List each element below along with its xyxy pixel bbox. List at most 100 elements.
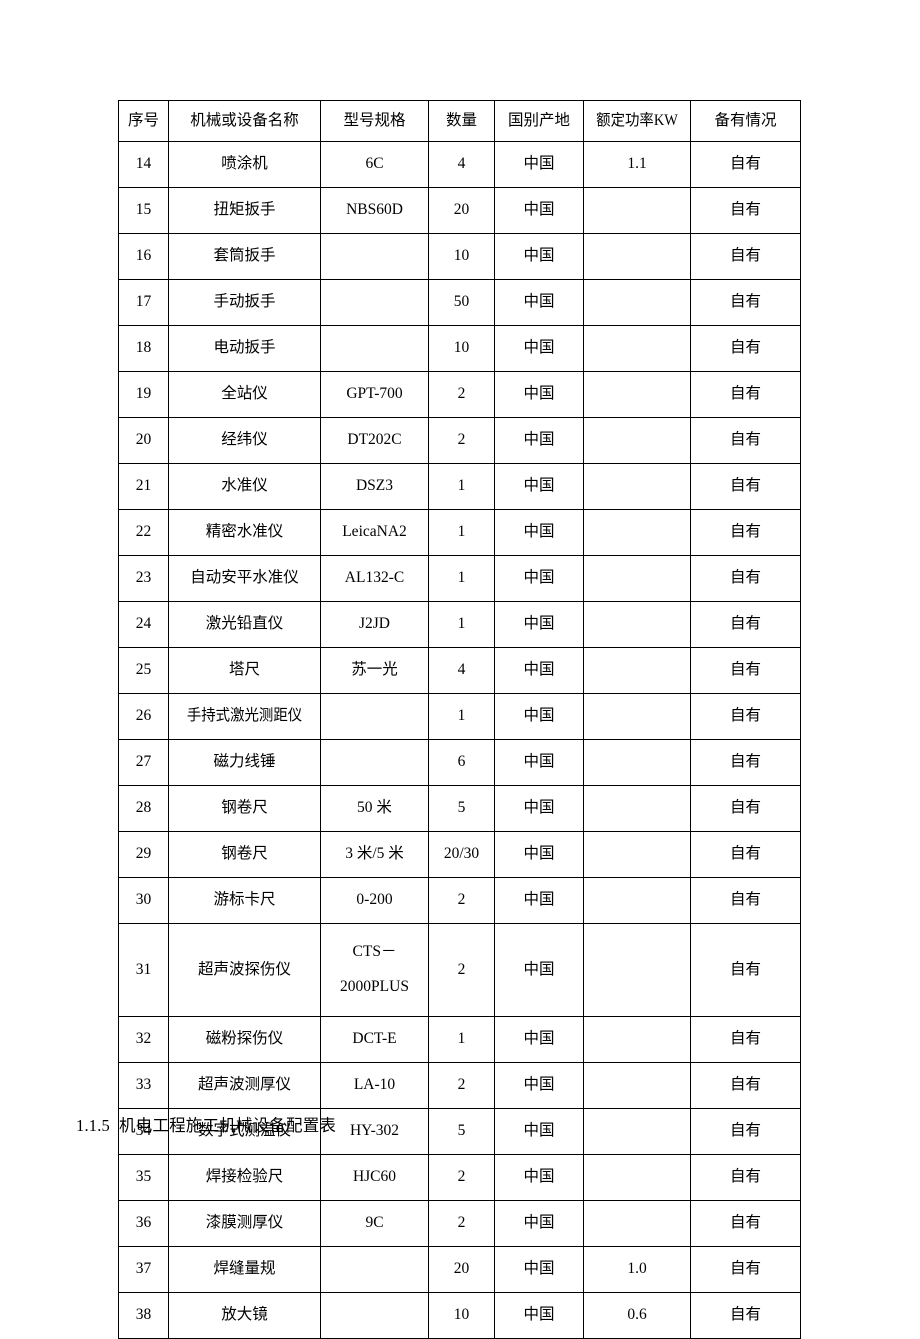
table-row: 36 漆膜测厚仪 9C 2 中国 自有 <box>118 1200 801 1247</box>
cell-quantity: 2 <box>428 1154 495 1201</box>
cell-power: 1.0 <box>583 1246 691 1293</box>
cell-spec: CTS－ 2000PLUS <box>320 923 429 1017</box>
table-row: 28 钢卷尺 50 米 5 中国 自有 <box>118 785 801 832</box>
cell-quantity: 2 <box>428 417 495 464</box>
cell-quantity: 50 <box>428 279 495 326</box>
cell-spec: HY-302 <box>320 1108 429 1155</box>
cell-ownership: 自有 <box>690 417 801 464</box>
cell-name: 焊接检验尺 <box>168 1154 321 1201</box>
cell-quantity: 1 <box>428 1016 495 1063</box>
cell-name: 磁粉探伤仪 <box>168 1016 321 1063</box>
cell-origin: 中国 <box>494 831 584 878</box>
cell-ownership: 自有 <box>690 1292 801 1339</box>
cell-origin: 中国 <box>494 693 584 740</box>
cell-power: 1.1 <box>583 141 691 188</box>
table-row: 32 磁粉探伤仪 DCT-E 1 中国 自有 <box>118 1016 801 1063</box>
cell-origin: 中国 <box>494 371 584 418</box>
cell-quantity: 1 <box>428 601 495 648</box>
cell-quantity: 2 <box>428 877 495 924</box>
cell-origin: 中国 <box>494 509 584 556</box>
cell-origin: 中国 <box>494 1246 584 1293</box>
cell-ownership: 自有 <box>690 371 801 418</box>
cell-spec-line-1: CTS－ <box>352 943 397 961</box>
cell-name: 激光铅直仪 <box>168 601 321 648</box>
table-header: 序号 机械或设备名称 型号规格 数量 国别产地 额定功率KW 备有情况 <box>118 100 801 142</box>
column-header-origin: 国别产地 <box>494 100 584 142</box>
cell-origin: 中国 <box>494 555 584 602</box>
table-row: 19 全站仪 GPT-700 2 中国 自有 <box>118 371 801 418</box>
cell-ownership: 自有 <box>690 1108 801 1155</box>
cell-origin: 中国 <box>494 647 584 694</box>
cell-name: 电动扳手 <box>168 325 321 372</box>
cell-origin: 中国 <box>494 141 584 188</box>
cell-quantity: 5 <box>428 785 495 832</box>
cell-spec <box>320 233 429 280</box>
cell-index: 32 <box>118 1016 169 1063</box>
cell-ownership: 自有 <box>690 1154 801 1201</box>
cell-power <box>583 1154 691 1201</box>
cell-name: 喷涂机 <box>168 141 321 188</box>
cell-quantity: 1 <box>428 693 495 740</box>
table-row: 29 钢卷尺 3 米/5 米 20/30 中国 自有 <box>118 831 801 878</box>
cell-spec <box>320 325 429 372</box>
cell-power <box>583 417 691 464</box>
cell-spec: DT202C <box>320 417 429 464</box>
cell-ownership: 自有 <box>690 141 801 188</box>
cell-quantity: 20/30 <box>428 831 495 878</box>
cell-name: 自动安平水准仪 <box>168 555 321 602</box>
table-row: 31 超声波探伤仪 CTS－ 2000PLUS 2 中国 自有 <box>118 923 801 1017</box>
cell-index: 27 <box>118 739 169 786</box>
cell-origin: 中国 <box>494 785 584 832</box>
cell-quantity: 2 <box>428 923 495 1017</box>
cell-spec: GPT-700 <box>320 371 429 418</box>
cell-index: 23 <box>118 555 169 602</box>
cell-index: 19 <box>118 371 169 418</box>
cell-index: 36 <box>118 1200 169 1247</box>
cell-index: 28 <box>118 785 169 832</box>
cell-quantity: 20 <box>428 187 495 234</box>
cell-origin: 中国 <box>494 1292 584 1339</box>
cell-index: 16 <box>118 233 169 280</box>
cell-power <box>583 325 691 372</box>
cell-index: 14 <box>118 141 169 188</box>
cell-quantity: 4 <box>428 141 495 188</box>
cell-origin: 中国 <box>494 877 584 924</box>
cell-quantity: 2 <box>428 1200 495 1247</box>
cell-name: 放大镜 <box>168 1292 321 1339</box>
cell-quantity: 1 <box>428 463 495 510</box>
section-number: 1.1.5 <box>76 1116 110 1135</box>
table-row: 20 经纬仪 DT202C 2 中国 自有 <box>118 417 801 464</box>
cell-spec <box>320 739 429 786</box>
cell-power <box>583 601 691 648</box>
cell-origin: 中国 <box>494 1108 584 1155</box>
cell-name: 钢卷尺 <box>168 785 321 832</box>
table-header-row: 序号 机械或设备名称 型号规格 数量 国别产地 额定功率KW 备有情况 <box>118 100 801 142</box>
cell-origin: 中国 <box>494 463 584 510</box>
cell-power <box>583 1016 691 1063</box>
cell-power <box>583 1200 691 1247</box>
cell-index: 37 <box>118 1246 169 1293</box>
cell-power <box>583 693 691 740</box>
table-row: 23 自动安平水准仪 AL132-C 1 中国 自有 <box>118 555 801 602</box>
cell-index: 25 <box>118 647 169 694</box>
cell-index: 17 <box>118 279 169 326</box>
table-row: 15 扭矩扳手 NBS60D 20 中国 自有 <box>118 187 801 234</box>
cell-name: 超声波测厚仪 <box>168 1062 321 1109</box>
cell-name: 塔尺 <box>168 647 321 694</box>
cell-index: 21 <box>118 463 169 510</box>
cell-spec <box>320 279 429 326</box>
cell-ownership: 自有 <box>690 923 801 1017</box>
cell-power <box>583 923 691 1017</box>
cell-name: 经纬仪 <box>168 417 321 464</box>
cell-name: 漆膜测厚仪 <box>168 1200 321 1247</box>
cell-power <box>583 831 691 878</box>
cell-spec: J2JD <box>320 601 429 648</box>
cell-power <box>583 647 691 694</box>
cell-spec: DSZ3 <box>320 463 429 510</box>
cell-spec: 50 米 <box>320 785 429 832</box>
cell-ownership: 自有 <box>690 279 801 326</box>
cell-quantity: 5 <box>428 1108 495 1155</box>
cell-index: 22 <box>118 509 169 556</box>
cell-ownership: 自有 <box>690 555 801 602</box>
cell-power <box>583 739 691 786</box>
